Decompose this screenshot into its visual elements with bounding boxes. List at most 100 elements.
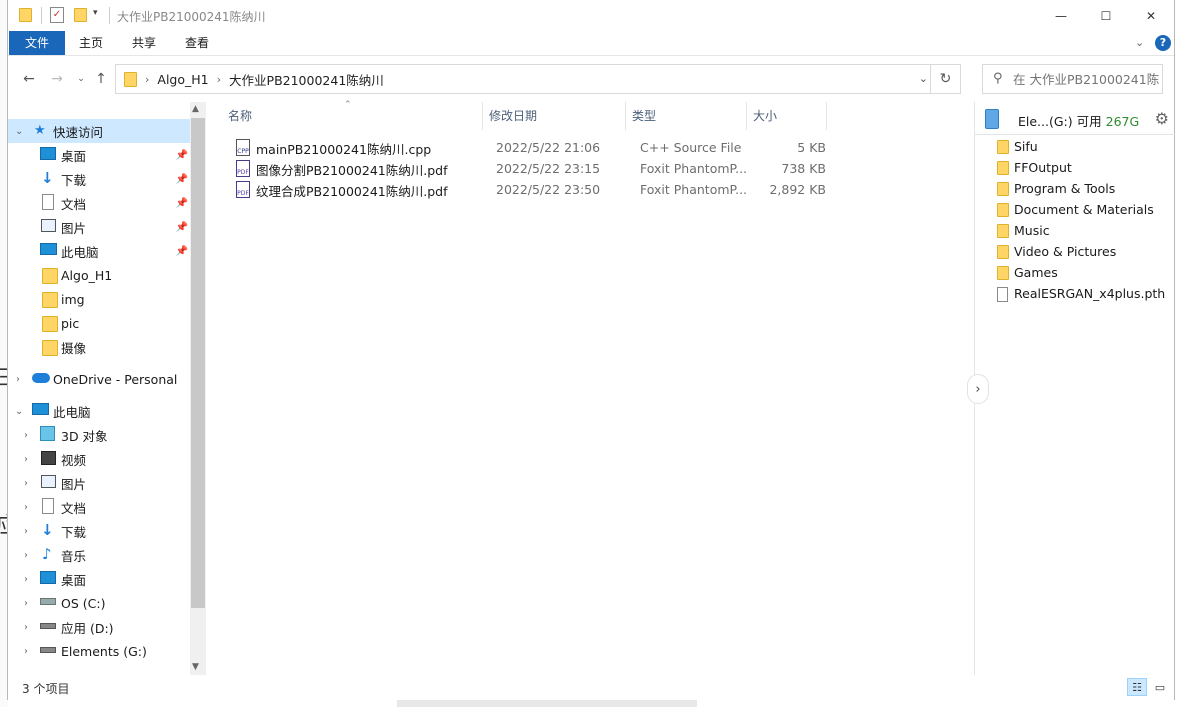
chevron-right-icon[interactable]: › [24,598,28,609]
navigation-bar: ← → ⌄ ↑ › Algo_H1 › 大作业PB21000241陈纳川 ⌄ ↻… [8,56,1174,102]
chevron-right-icon[interactable]: › [24,478,28,489]
nav-scrollbar[interactable]: ▲ ▼ [190,102,206,675]
chevron-right-icon[interactable]: › [24,430,28,441]
nav-item-drive-g[interactable]: › Elements (G:) [8,639,190,663]
forward-button[interactable]: → [47,69,67,89]
chevron-right-icon[interactable]: › [24,622,28,633]
nav-item-pictures[interactable]: 图片 📌 [8,215,190,239]
folder-icon [42,292,58,308]
file-row[interactable]: CPP mainPB21000241陈纳川.cpp 2022/5/22 21:0… [226,137,826,158]
maximize-button[interactable]: ☐ [1083,0,1129,31]
scroll-down-icon[interactable]: ▼ [192,662,199,672]
scrollbar-thumb[interactable] [191,118,205,608]
nav-item-drive-d[interactable]: › 应用 (D:) [8,615,190,639]
usb-drive-icon [985,109,999,129]
folder-icon [19,8,32,22]
refresh-button[interactable]: ↻ [930,65,960,93]
customize-quick-access-icon[interactable]: ▾ [93,8,98,18]
column-header-date[interactable]: 修改日期 [483,102,626,130]
chevron-right-icon[interactable]: › [16,374,20,385]
tab-file[interactable]: 文件 [9,31,65,55]
nav-item-documents[interactable]: 文档 📌 [8,191,190,215]
large-icons-view-button[interactable]: ▭ [1150,678,1170,696]
drive-label: Ele...(G:) [1018,114,1073,129]
ribbon-tabs: 文件 主页 共享 查看 ⌄ ? [8,31,1174,56]
free-space-value: 267G [1105,114,1140,129]
column-header-size[interactable]: 大小 [747,102,827,130]
folder-icon [997,245,1009,259]
nav-item-pictures-pc[interactable]: › 图片 [8,471,190,495]
search-input[interactable] [1013,70,1159,88]
folder-icon [42,340,58,356]
nav-item-documents-pc[interactable]: › 文档 [8,495,190,519]
nav-item-downloads-pc[interactable]: › ↓ 下载 [8,519,190,543]
folder-icon [997,203,1009,217]
chevron-right-icon[interactable]: › [24,454,28,465]
chevron-right-icon: › [216,72,222,86]
file-row[interactable]: PDF 纹理合成PB21000241陈纳川.pdf 2022/5/22 23:5… [226,179,826,200]
pin-icon[interactable]: 📌 [176,150,188,161]
nav-item-3d-objects[interactable]: › 3D 对象 [8,423,190,447]
item-count: 3 个项目 [22,682,70,696]
nav-item-downloads[interactable]: ↓ 下载 📌 [8,167,190,191]
nav-item-desktop[interactable]: 桌面 📌 [8,143,190,167]
chevron-right-icon[interactable]: › [24,550,28,561]
folder-icon [997,140,1009,154]
up-button[interactable]: ↑ [91,69,111,89]
nav-onedrive[interactable]: › OneDrive - Personal [8,367,190,391]
expand-ribbon-icon[interactable]: ⌄ [1135,36,1144,49]
tab-view[interactable]: 查看 [174,31,220,55]
new-folder-icon[interactable] [74,8,87,22]
nav-item-videos[interactable]: › 视频 [8,447,190,471]
help-icon[interactable]: ? [1155,35,1171,51]
address-bar[interactable]: › Algo_H1 › 大作业PB21000241陈纳川 ⌄ ↻ [115,64,961,94]
search-box[interactable]: ⚲ [982,64,1163,94]
drive-header: Ele...(G:) 可用 267G ⚙ [975,102,1175,135]
breadcrumb-item[interactable]: 大作业PB21000241陈纳川 [229,70,384,89]
nav-item-music[interactable]: › ♪ 音乐 [8,543,190,567]
nav-item-algo-h1[interactable]: Algo_H1 [8,263,190,287]
nav-item-drive-c[interactable]: › OS (C:) [8,591,190,615]
nav-item-camera[interactable]: 摄像 [8,335,190,359]
chevron-right-icon[interactable]: › [24,574,28,585]
breadcrumb: › Algo_H1 › 大作业PB21000241陈纳川 [124,65,384,93]
chevron-down-icon[interactable]: ⌄ [15,126,23,137]
nav-this-pc[interactable]: ⌄ 此电脑 [8,399,190,423]
details-view-button[interactable]: ☷ [1127,678,1147,696]
pin-icon[interactable]: 📌 [176,246,188,257]
back-button[interactable]: ← [19,69,39,89]
breadcrumb-item[interactable]: Algo_H1 [157,72,208,87]
minimize-button[interactable]: — [1038,0,1084,31]
pin-icon[interactable]: 📌 [176,198,188,209]
chevron-down-icon[interactable]: ⌄ [15,406,23,417]
file-row[interactable]: PDF 图像分割PB21000241陈纳川.pdf 2022/5/22 23:1… [226,158,826,179]
nav-item-this-pc-pinned[interactable]: 此电脑 📌 [8,239,190,263]
chevron-right-icon[interactable]: › [24,502,28,513]
pin-icon[interactable]: 📌 [176,174,188,185]
drive-icon [40,598,56,605]
scroll-up-icon[interactable]: ▲ [192,104,199,114]
drive-icon [40,623,56,629]
gear-icon[interactable]: ⚙ [1155,109,1169,128]
pictures-icon [41,475,56,488]
divider [109,7,110,24]
column-header-name[interactable]: 名称 [206,102,483,130]
recent-locations-icon[interactable]: ⌄ [71,69,91,89]
close-button[interactable]: ✕ [1128,0,1174,31]
properties-icon[interactable]: ✓ [50,7,64,23]
nav-item-img[interactable]: img [8,287,190,311]
document-icon [42,194,54,210]
nav-item-pic[interactable]: pic [8,311,190,335]
column-header-type[interactable]: 类型 [626,102,747,130]
chevron-right-icon[interactable]: › [24,526,28,537]
chevron-right-icon[interactable]: › [24,646,28,657]
tab-home[interactable]: 主页 [68,31,114,55]
nav-item-desktop-pc[interactable]: › 桌面 [8,567,190,591]
file-list: ⌃ 名称 修改日期 类型 大小 CPP mainPB21000241陈纳川.cp… [206,100,974,675]
cpp-file-icon: CPP [236,139,250,156]
pin-icon[interactable]: 📌 [176,222,188,233]
collapse-pane-button[interactable]: › [967,374,989,404]
chevron-down-icon[interactable]: ⌄ [919,72,928,85]
nav-quick-access[interactable]: ⌄ ★ 快速访问 [8,119,190,143]
tab-share[interactable]: 共享 [121,31,167,55]
